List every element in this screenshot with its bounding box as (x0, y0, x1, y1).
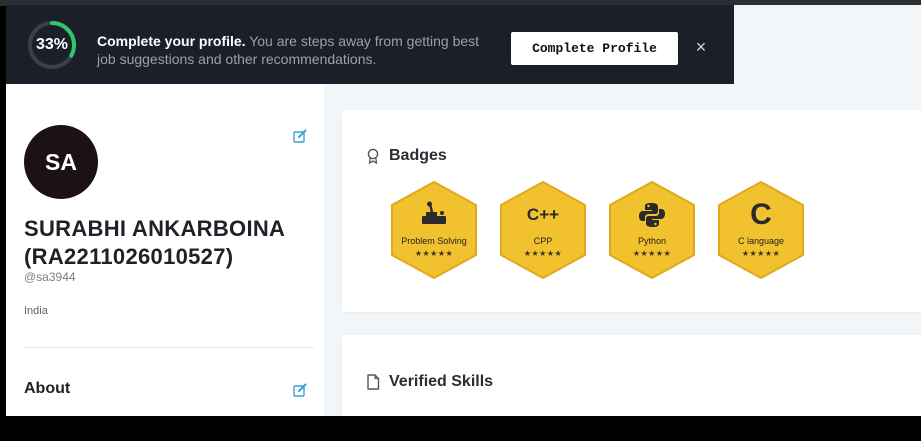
badge-stars: ★★★★★ (523, 249, 563, 258)
complete-profile-banner: 33% Complete your profile. You are steps… (6, 5, 734, 84)
progress-percentage: 33% (35, 36, 69, 53)
badge-label: Problem Solving (401, 236, 467, 246)
badge-label: C language (737, 236, 785, 246)
avatar: SA (24, 125, 98, 199)
badge-stars: ★★★★★ (741, 249, 781, 258)
python-icon (605, 200, 699, 230)
about-heading: About (24, 380, 71, 397)
badge-c-language[interactable]: C C language ★★★★★ (714, 180, 808, 280)
badges-heading: Badges (366, 147, 447, 165)
profile-card: SA SURABHI ANKARBOINA (RA2211026010527) … (6, 84, 324, 416)
badge-label: CPP (533, 236, 553, 246)
badge-hexagon (609, 181, 695, 279)
profile-handle: @sa3944 (24, 270, 76, 284)
verified-skills-heading: Verified Skills (366, 373, 493, 391)
award-icon (367, 148, 379, 164)
problem-solving-icon (387, 200, 481, 230)
badge-stars: ★★★★★ (414, 249, 454, 258)
badge-hexagon (500, 181, 586, 279)
c-language-icon: C (750, 198, 772, 231)
badge-cpp[interactable]: C++ CPP ★★★★★ (496, 180, 590, 280)
banner-text: Complete your profile. You are steps awa… (97, 32, 497, 68)
bottom-edge (0, 416, 921, 441)
complete-profile-button[interactable]: Complete Profile (511, 32, 678, 65)
profile-name: SURABHI ANKARBOINA (RA2211026010527) (24, 216, 285, 269)
profile-country: India (24, 305, 48, 317)
document-icon (367, 374, 380, 390)
badge-python[interactable]: Python ★★★★★ (605, 180, 699, 280)
divider (24, 347, 314, 348)
edit-profile-icon[interactable] (293, 129, 307, 143)
badge-stars: ★★★★★ (632, 249, 672, 258)
badge-hexagon (391, 181, 477, 279)
verified-skills-title: Verified Skills (389, 373, 494, 390)
verified-skills-card: Verified Skills (342, 335, 921, 416)
banner-title: Complete your profile. (97, 33, 246, 49)
badge-label: Python (637, 236, 667, 246)
cpp-icon: C++ (526, 205, 560, 224)
badges-card: Badges Problem Solving ★★★★★ C++ CPP ★★★… (342, 110, 921, 312)
profile-page: 33% Complete your profile. You are steps… (6, 5, 921, 416)
edit-about-icon[interactable] (293, 383, 307, 397)
close-icon[interactable]: × (690, 36, 712, 58)
badge-problem-solving[interactable]: Problem Solving ★★★★★ (387, 180, 481, 280)
badges-title: Badges (389, 147, 447, 164)
